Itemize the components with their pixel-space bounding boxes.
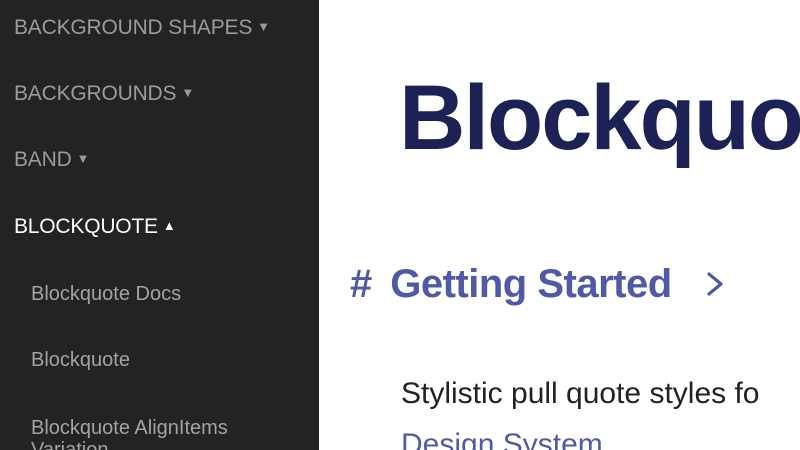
design-system-link[interactable]: Design System	[401, 428, 603, 450]
main-content: Blockquote # Getting Started Stylistic p…	[319, 0, 800, 450]
page: BACKGROUND SHAPES ▼ BACKGROUNDS ▼ BAND ▼ BL…	[0, 0, 800, 450]
sidebar-group-backgrounds[interactable]: BACKGROUNDS ▼	[14, 82, 194, 106]
sidebar-item-blockquote-docs[interactable]: Blockquote Docs	[31, 283, 181, 305]
anchor-link[interactable]: #	[350, 262, 372, 307]
sidebar-group-label: BAND	[14, 148, 72, 171]
sidebar-item-blockquote[interactable]: Blockquote	[31, 349, 130, 371]
sidebar-group-background-shapes[interactable]: BACKGROUND SHAPES ▼	[14, 16, 270, 40]
sidebar-group-label: BACKGROUND SHAPES	[14, 16, 253, 39]
chevron-right-icon[interactable]	[704, 269, 726, 299]
sidebar-item-blockquote-alignitems-variation[interactable]: Blockquote AlignItems Variation	[31, 417, 291, 450]
caret-up-icon: ▲	[162, 218, 176, 233]
sidebar-group-blockquote[interactable]: BLOCKQUOTE ▲	[14, 215, 176, 239]
sidebar-nav: BACKGROUND SHAPES ▼ BACKGROUNDS ▼ BAND ▼ BL…	[0, 0, 319, 450]
sidebar-group-band[interactable]: BAND ▼	[14, 148, 89, 172]
sidebar-group-label: BLOCKQUOTE	[14, 215, 158, 238]
caret-down-icon: ▼	[76, 151, 90, 166]
sidebar-group-label: BACKGROUNDS	[14, 82, 177, 105]
caret-down-icon: ▼	[181, 85, 194, 100]
description-text: Stylistic pull quote styles fo	[401, 377, 760, 410]
caret-down-icon: ▼	[257, 19, 270, 34]
section-heading: # Getting Started	[350, 258, 726, 310]
page-title: Blockquote	[399, 67, 800, 169]
section-heading-text: Getting Started	[390, 261, 672, 306]
